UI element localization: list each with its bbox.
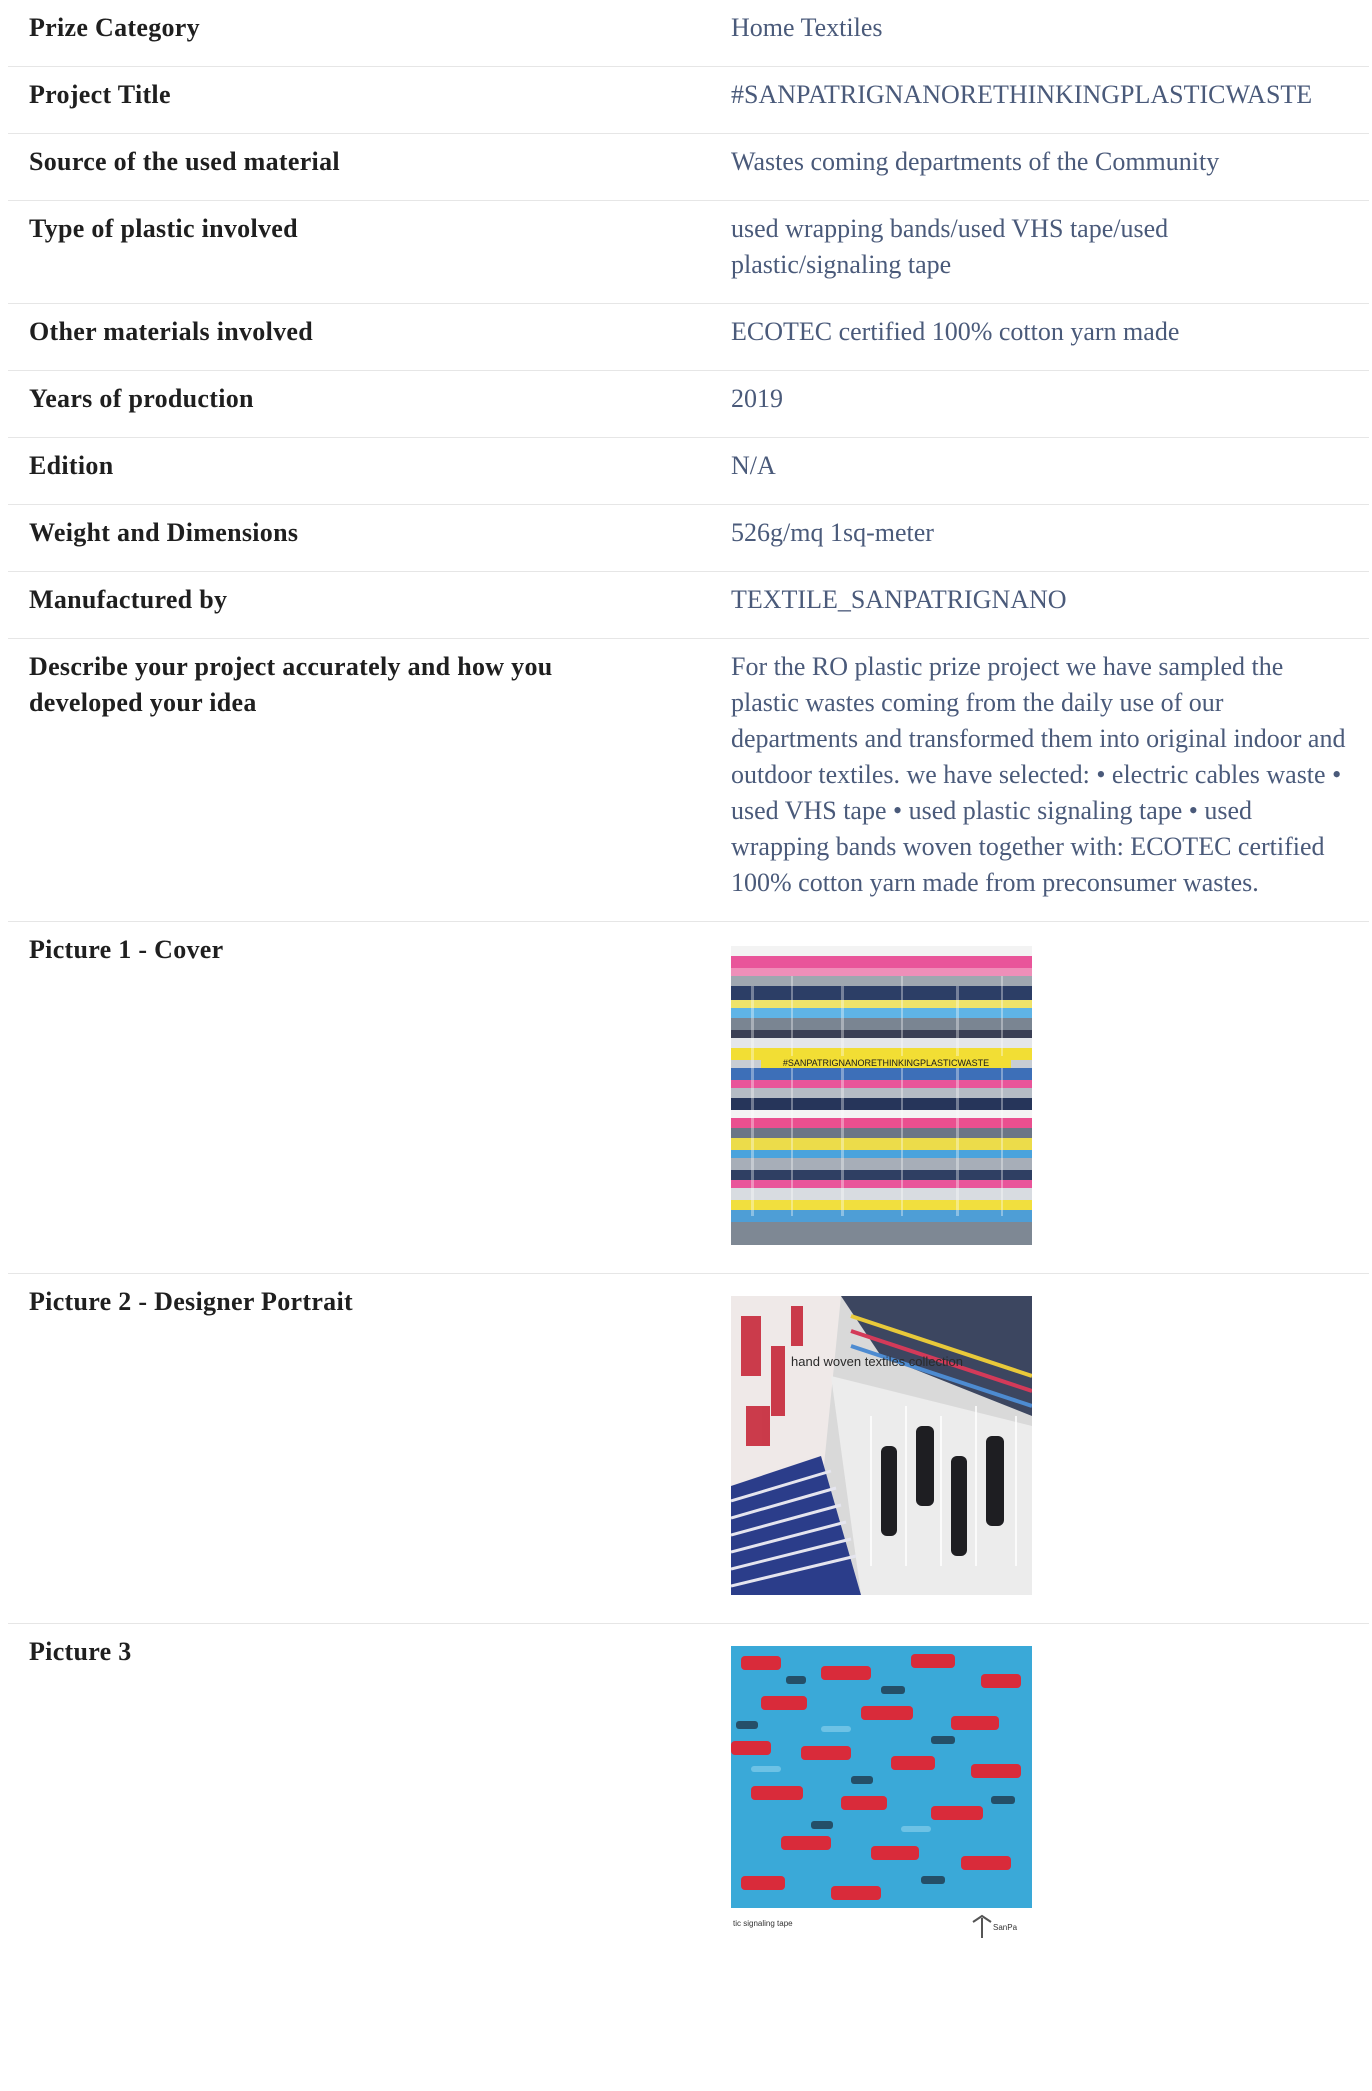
row-prize-category: Prize Category Home Textiles [8, 0, 1369, 67]
field-label: Type of plastic involved [29, 214, 298, 243]
row-weight-dimensions: Weight and Dimensions 526g/mq 1sq-meter [8, 505, 1369, 572]
field-value: Home Textiles [731, 13, 883, 42]
field-label: Years of production [29, 384, 254, 413]
field-value: For the RO plastic prize project we have… [731, 652, 1346, 897]
row-project-description: Describe your project accurately and how… [8, 639, 1369, 922]
field-value: ECOTEC certified 100% cotton yarn made [731, 317, 1180, 346]
weave-detail-image[interactable]: tic signaling tape SanPa [731, 1646, 1032, 1945]
field-label: Other materials involved [29, 317, 314, 346]
logo-text: SanPa [993, 1923, 1018, 1932]
field-label: Describe your project accurately and how… [29, 652, 553, 717]
row-manufactured-by: Manufactured by TEXTILE_SANPATRIGNANO [8, 572, 1369, 639]
row-years-production: Years of production 2019 [8, 371, 1369, 438]
field-label: Picture 2 - Designer Portrait [29, 1287, 353, 1316]
field-label: Project Title [29, 80, 171, 109]
weave-image-caption: tic signaling tape [733, 1919, 793, 1928]
row-other-materials: Other materials involved ECOTEC certifie… [8, 304, 1369, 371]
entry-details-page: Prize Category Home Textiles Project Tit… [0, 0, 1372, 2091]
designer-portrait-image[interactable]: hand woven textiles collection [731, 1296, 1032, 1595]
cover-image-caption: #SANPATRIGNANORETHINKINGPLASTICWASTE [783, 1058, 989, 1068]
row-picture-portrait: Picture 2 - Designer Portrait hand woven… [8, 1274, 1369, 1624]
field-value: 2019 [731, 384, 783, 413]
row-source-material: Source of the used material Wastes comin… [8, 134, 1369, 201]
row-plastic-type: Type of plastic involved used wrapping b… [8, 201, 1369, 304]
row-picture-3: Picture 3 tic signaling tape SanPa [8, 1624, 1369, 1974]
field-label: Prize Category [29, 13, 200, 42]
field-value: #SANPATRIGNANORETHINKINGPLASTICWASTE [731, 80, 1313, 109]
row-project-title: Project Title #SANPATRIGNANORETHINKINGPL… [8, 67, 1369, 134]
portrait-textile-graphic: hand woven textiles collection [731, 1296, 1032, 1595]
field-value: 526g/mq 1sq-meter [731, 518, 934, 547]
field-label: Edition [29, 451, 114, 480]
field-value: Wastes coming departments of the Communi… [731, 147, 1220, 176]
field-label: Manufactured by [29, 585, 228, 614]
cover-textile-image[interactable]: #SANPATRIGNANORETHINKINGPLASTICWASTE [731, 946, 1032, 1245]
field-label: Picture 1 - Cover [29, 935, 224, 964]
row-picture-cover: Picture 1 - Cover #SANPATRIGNANORETHINKI… [8, 922, 1369, 1274]
cover-textile-graphic: #SANPATRIGNANORETHINKINGPLASTICWASTE [731, 946, 1032, 1245]
field-value: N/A [731, 451, 776, 480]
field-value: TEXTILE_SANPATRIGNANO [731, 585, 1067, 614]
field-value: used wrapping bands/used VHS tape/used p… [731, 214, 1169, 279]
row-edition: Edition N/A [8, 438, 1369, 505]
entry-details-table: Prize Category Home Textiles Project Tit… [8, 0, 1369, 1973]
field-label: Weight and Dimensions [29, 518, 299, 547]
field-label: Picture 3 [29, 1637, 132, 1666]
portrait-image-caption: hand woven textiles collection [791, 1354, 963, 1369]
weave-detail-graphic: tic signaling tape SanPa [731, 1646, 1032, 1945]
field-label: Source of the used material [29, 147, 340, 176]
